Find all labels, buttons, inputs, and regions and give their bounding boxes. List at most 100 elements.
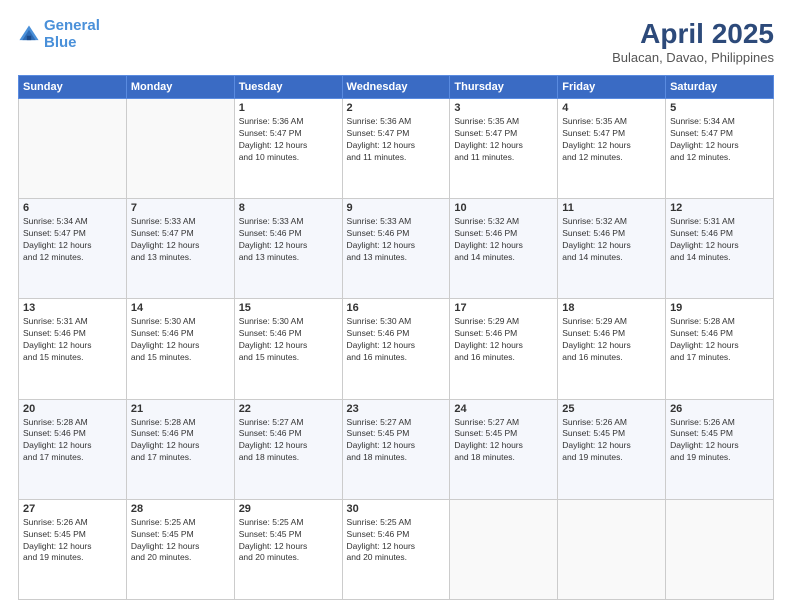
day-header: Sunday <box>19 76 127 99</box>
day-header: Friday <box>558 76 666 99</box>
calendar-cell: 30 Sunrise: 5:25 AM Sunset: 5:46 PM Dayli… <box>342 499 450 599</box>
day-info: Sunrise: 5:27 AM Sunset: 5:46 PM Dayligh… <box>239 417 338 465</box>
calendar-cell: 18 Sunrise: 5:29 AM Sunset: 5:46 PM Dayli… <box>558 299 666 399</box>
day-info: Sunrise: 5:25 AM Sunset: 5:46 PM Dayligh… <box>347 517 446 565</box>
day-info: Sunrise: 5:27 AM Sunset: 5:45 PM Dayligh… <box>454 417 553 465</box>
week-row: 13 Sunrise: 5:31 AM Sunset: 5:46 PM Dayli… <box>19 299 774 399</box>
subtitle: Bulacan, Davao, Philippines <box>612 50 774 65</box>
week-row: 1Sunrise: 5:36 AM Sunset: 5:47 PM Daylig… <box>19 99 774 199</box>
day-number: 23 <box>347 403 446 415</box>
day-number: 22 <box>239 403 338 415</box>
day-info: Sunrise: 5:32 AM Sunset: 5:46 PM Dayligh… <box>562 216 661 264</box>
day-info: Sunrise: 5:33 AM Sunset: 5:47 PM Dayligh… <box>131 216 230 264</box>
day-number: 9 <box>347 202 446 214</box>
calendar-cell: 24 Sunrise: 5:27 AM Sunset: 5:45 PM Dayli… <box>450 399 558 499</box>
day-info: Sunrise: 5:35 AM Sunset: 5:47 PM Dayligh… <box>454 116 553 164</box>
day-info: Sunrise: 5:26 AM Sunset: 5:45 PM Dayligh… <box>670 417 769 465</box>
calendar-cell: 21 Sunrise: 5:28 AM Sunset: 5:46 PM Dayli… <box>126 399 234 499</box>
logo-line1: General <box>44 18 100 35</box>
header: General Blue April 2025 Bulacan, Davao, … <box>18 18 774 65</box>
day-number: 27 <box>23 503 122 515</box>
day-info: Sunrise: 5:31 AM Sunset: 5:46 PM Dayligh… <box>23 316 122 364</box>
calendar-cell: 29 Sunrise: 5:25 AM Sunset: 5:45 PM Dayli… <box>234 499 342 599</box>
calendar-cell: 25 Sunrise: 5:26 AM Sunset: 5:45 PM Dayli… <box>558 399 666 499</box>
day-info: Sunrise: 5:31 AM Sunset: 5:46 PM Dayligh… <box>670 216 769 264</box>
day-info: Sunrise: 5:29 AM Sunset: 5:46 PM Dayligh… <box>454 316 553 364</box>
calendar-cell <box>666 499 774 599</box>
calendar-cell <box>126 99 234 199</box>
day-number: 25 <box>562 403 661 415</box>
day-number: 8 <box>239 202 338 214</box>
day-info: Sunrise: 5:33 AM Sunset: 5:46 PM Dayligh… <box>347 216 446 264</box>
day-info: Sunrise: 5:28 AM Sunset: 5:46 PM Dayligh… <box>23 417 122 465</box>
day-number: 24 <box>454 403 553 415</box>
calendar-cell: 14 Sunrise: 5:30 AM Sunset: 5:46 PM Dayli… <box>126 299 234 399</box>
title-block: April 2025 Bulacan, Davao, Philippines <box>612 18 774 65</box>
day-number: 18 <box>562 302 661 314</box>
calendar-cell <box>450 499 558 599</box>
week-row: 6Sunrise: 5:34 AM Sunset: 5:47 PM Daylig… <box>19 199 774 299</box>
calendar-cell: 16 Sunrise: 5:30 AM Sunset: 5:46 PM Dayli… <box>342 299 450 399</box>
week-row: 20 Sunrise: 5:28 AM Sunset: 5:46 PM Dayli… <box>19 399 774 499</box>
day-info: Sunrise: 5:30 AM Sunset: 5:46 PM Dayligh… <box>131 316 230 364</box>
calendar-cell: 3 Sunrise: 5:35 AM Sunset: 5:47 PM Daylig… <box>450 99 558 199</box>
day-number: 13 <box>23 302 122 314</box>
calendar-cell <box>558 499 666 599</box>
day-number: 12 <box>670 202 769 214</box>
day-header: Monday <box>126 76 234 99</box>
day-number: 5 <box>670 102 769 114</box>
main-title: April 2025 <box>612 18 774 50</box>
day-info: Sunrise: 5:26 AM Sunset: 5:45 PM Dayligh… <box>562 417 661 465</box>
logo-icon <box>18 24 40 46</box>
day-number: 20 <box>23 403 122 415</box>
day-number: 21 <box>131 403 230 415</box>
calendar-cell: 11 Sunrise: 5:32 AM Sunset: 5:46 PM Dayli… <box>558 199 666 299</box>
day-number: 16 <box>347 302 446 314</box>
calendar-cell <box>19 99 127 199</box>
calendar-cell: 20 Sunrise: 5:28 AM Sunset: 5:46 PM Dayli… <box>19 399 127 499</box>
day-number: 10 <box>454 202 553 214</box>
calendar-cell: 26 Sunrise: 5:26 AM Sunset: 5:45 PM Dayli… <box>666 399 774 499</box>
day-info: Sunrise: 5:32 AM Sunset: 5:46 PM Dayligh… <box>454 216 553 264</box>
day-number: 26 <box>670 403 769 415</box>
calendar-cell: 1Sunrise: 5:36 AM Sunset: 5:47 PM Daylig… <box>234 99 342 199</box>
calendar-cell: 15Sunrise: 5:30 AM Sunset: 5:46 PM Dayli… <box>234 299 342 399</box>
day-number: 3 <box>454 102 553 114</box>
day-info: Sunrise: 5:28 AM Sunset: 5:46 PM Dayligh… <box>131 417 230 465</box>
calendar-cell: 5 Sunrise: 5:34 AM Sunset: 5:47 PM Daylig… <box>666 99 774 199</box>
logo: General Blue <box>18 18 100 51</box>
day-info: Sunrise: 5:28 AM Sunset: 5:46 PM Dayligh… <box>670 316 769 364</box>
calendar: SundayMondayTuesdayWednesdayThursdayFrid… <box>18 75 774 600</box>
calendar-cell: 28Sunrise: 5:25 AM Sunset: 5:45 PM Dayli… <box>126 499 234 599</box>
logo-line2: Blue <box>44 35 100 52</box>
day-number: 14 <box>131 302 230 314</box>
day-header: Thursday <box>450 76 558 99</box>
day-header: Saturday <box>666 76 774 99</box>
day-number: 11 <box>562 202 661 214</box>
day-number: 30 <box>347 503 446 515</box>
header-row: SundayMondayTuesdayWednesdayThursdayFrid… <box>19 76 774 99</box>
day-info: Sunrise: 5:25 AM Sunset: 5:45 PM Dayligh… <box>239 517 338 565</box>
day-info: Sunrise: 5:30 AM Sunset: 5:46 PM Dayligh… <box>239 316 338 364</box>
calendar-cell: 10 Sunrise: 5:32 AM Sunset: 5:46 PM Dayli… <box>450 199 558 299</box>
day-info: Sunrise: 5:36 AM Sunset: 5:47 PM Dayligh… <box>347 116 446 164</box>
day-number: 17 <box>454 302 553 314</box>
day-info: Sunrise: 5:25 AM Sunset: 5:45 PM Dayligh… <box>131 517 230 565</box>
day-info: Sunrise: 5:33 AM Sunset: 5:46 PM Dayligh… <box>239 216 338 264</box>
calendar-cell: 22 Sunrise: 5:27 AM Sunset: 5:46 PM Dayli… <box>234 399 342 499</box>
calendar-cell: 6Sunrise: 5:34 AM Sunset: 5:47 PM Daylig… <box>19 199 127 299</box>
day-info: Sunrise: 5:30 AM Sunset: 5:46 PM Dayligh… <box>347 316 446 364</box>
calendar-cell: 2Sunrise: 5:36 AM Sunset: 5:47 PM Daylig… <box>342 99 450 199</box>
day-header: Tuesday <box>234 76 342 99</box>
calendar-cell: 19 Sunrise: 5:28 AM Sunset: 5:46 PM Dayli… <box>666 299 774 399</box>
calendar-cell: 7 Sunrise: 5:33 AM Sunset: 5:47 PM Daylig… <box>126 199 234 299</box>
day-info: Sunrise: 5:29 AM Sunset: 5:46 PM Dayligh… <box>562 316 661 364</box>
page: General Blue April 2025 Bulacan, Davao, … <box>0 0 792 612</box>
day-number: 19 <box>670 302 769 314</box>
day-number: 29 <box>239 503 338 515</box>
day-number: 7 <box>131 202 230 214</box>
calendar-cell: 12 Sunrise: 5:31 AM Sunset: 5:46 PM Dayli… <box>666 199 774 299</box>
day-header: Wednesday <box>342 76 450 99</box>
day-info: Sunrise: 5:34 AM Sunset: 5:47 PM Dayligh… <box>670 116 769 164</box>
day-info: Sunrise: 5:27 AM Sunset: 5:45 PM Dayligh… <box>347 417 446 465</box>
